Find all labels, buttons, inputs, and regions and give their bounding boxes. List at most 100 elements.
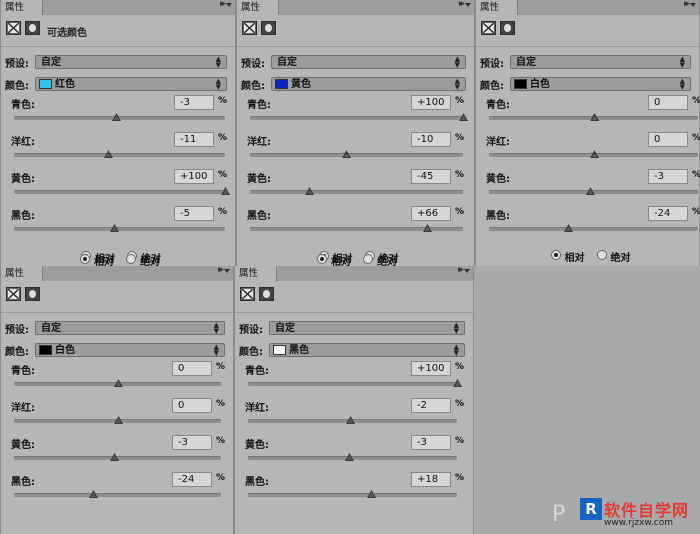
yellow-slider-track[interactable] xyxy=(14,453,221,461)
magenta-slider-thumb[interactable] xyxy=(341,150,351,158)
properties-panel: 属性 ▸▸ 预设: 自定 ▲▼ 颜色: 白色 ▲▼ 青色: 0% 洋红: 0% 黄色: -3% 黑色: -24… xyxy=(0,254,234,534)
colors-select[interactable]: 黑色 ▲ ▼ xyxy=(269,343,465,357)
yellow-slider-thumb[interactable] xyxy=(345,453,355,461)
select-arrows-icon: ▲ ▼ xyxy=(215,77,221,91)
black-value-input[interactable]: +66 xyxy=(411,206,451,221)
preset-select[interactable]: 自定 ▲ ▼ xyxy=(35,321,225,335)
relative-radio[interactable] xyxy=(80,254,90,264)
cyan-value-input[interactable]: +100 xyxy=(411,361,451,376)
black-value-input[interactable]: -5 xyxy=(174,206,214,221)
black-slider-track[interactable] xyxy=(489,224,698,232)
cyan-value-input[interactable]: +100 xyxy=(411,95,451,110)
relative-radio[interactable] xyxy=(317,254,327,264)
black-slider-thumb[interactable] xyxy=(367,490,377,498)
cyan-value-input[interactable]: 0 xyxy=(172,361,212,376)
black-slider-track[interactable] xyxy=(248,490,457,498)
magenta-slider-thumb[interactable] xyxy=(103,150,113,158)
collapse-icon[interactable]: ▸▸ xyxy=(684,0,690,9)
black-value-input[interactable]: +18 xyxy=(411,472,451,487)
cyan-slider-track[interactable] xyxy=(489,113,698,121)
magenta-value-input[interactable]: -11 xyxy=(174,132,214,147)
colors-select[interactable]: 白色 ▲ ▼ xyxy=(35,343,225,357)
panel-menu-icon[interactable] xyxy=(465,3,471,7)
cyan-value-input[interactable]: -3 xyxy=(174,95,214,110)
tab-properties[interactable]: 属性 xyxy=(476,0,518,15)
preset-select[interactable]: 自定 ▲ ▼ xyxy=(271,55,466,69)
magenta-value-input[interactable]: 0 xyxy=(172,398,212,413)
tab-properties[interactable]: 属性 xyxy=(235,266,277,281)
magenta-slider-track[interactable] xyxy=(14,150,225,158)
yellow-slider-track[interactable] xyxy=(489,187,698,195)
cyan-slider-thumb[interactable] xyxy=(459,113,468,121)
preset-label: 预设: xyxy=(5,59,29,70)
cyan-slider-track[interactable] xyxy=(250,113,468,121)
magenta-slider-track[interactable] xyxy=(248,416,457,424)
black-slider-thumb[interactable] xyxy=(110,224,120,232)
layer-mask-icon[interactable] xyxy=(25,287,40,301)
yellow-value-input[interactable]: -3 xyxy=(172,435,212,450)
yellow-slider-thumb[interactable] xyxy=(221,187,230,195)
black-slider-thumb[interactable] xyxy=(422,224,432,232)
black-value-input[interactable]: -24 xyxy=(172,472,212,487)
absolute-radio[interactable] xyxy=(126,254,136,264)
cyan-slider-thumb[interactable] xyxy=(112,113,122,121)
yellow-slider-track[interactable] xyxy=(248,453,457,461)
yellow-slider-thumb[interactable] xyxy=(304,187,314,195)
panel-menu-icon[interactable] xyxy=(690,3,696,7)
yellow-value-input[interactable]: -45 xyxy=(411,169,451,184)
black-value-input[interactable]: -24 xyxy=(648,206,688,221)
preset-select[interactable]: 自定 ▲ ▼ xyxy=(269,321,465,335)
black-slider-track[interactable] xyxy=(14,490,221,498)
cyan-slider-track[interactable] xyxy=(14,113,225,121)
magenta-value-input[interactable]: 0 xyxy=(648,132,688,147)
magenta-value-input[interactable]: -10 xyxy=(411,132,451,147)
yellow-slider-thumb[interactable] xyxy=(586,187,596,195)
yellow-value-input[interactable]: -3 xyxy=(411,435,451,450)
cyan-slider-track[interactable] xyxy=(14,379,221,387)
tab-properties[interactable]: 属性 xyxy=(1,266,43,281)
yellow-slider-thumb[interactable] xyxy=(110,453,120,461)
colors-select[interactable]: 黄色 ▲ ▼ xyxy=(271,77,466,91)
black-slider-thumb[interactable] xyxy=(88,490,98,498)
layer-mask-icon[interactable] xyxy=(259,287,274,301)
magenta-slider-thumb[interactable] xyxy=(113,416,123,424)
colors-select[interactable]: 白色 ▲ ▼ xyxy=(510,77,691,91)
black-slider-thumb[interactable] xyxy=(564,224,574,232)
yellow-slider-track[interactable] xyxy=(250,187,463,195)
preset-select[interactable]: 自定 ▲ ▼ xyxy=(510,55,691,69)
black-slider-track[interactable] xyxy=(250,224,463,232)
magenta-value-input[interactable]: -2 xyxy=(411,398,451,413)
magenta-slider-track[interactable] xyxy=(250,150,463,158)
cyan-value-input[interactable]: 0 xyxy=(648,95,688,110)
collapse-icon[interactable]: ▸▸ xyxy=(220,0,226,9)
absolute-radio[interactable] xyxy=(596,250,607,260)
layer-mask-icon[interactable] xyxy=(500,21,515,35)
collapse-icon[interactable]: ▸▸ xyxy=(458,265,464,275)
tab-properties[interactable]: 属性 xyxy=(1,0,43,15)
collapse-icon[interactable]: ▸▸ xyxy=(218,265,224,275)
cyan-slider-thumb[interactable] xyxy=(113,379,123,387)
magenta-slider-thumb[interactable] xyxy=(346,416,356,424)
properties-panel: 属性 ▸▸ 可选颜色 预设: 自定 ▲ ▼ 颜色: 红色 ▲ ▼ 青色: -3% 洋红: -11% 黄色: +1… xyxy=(0,0,236,266)
panel-menu-icon[interactable] xyxy=(226,3,232,7)
magenta-slider-track[interactable] xyxy=(489,150,698,158)
tab-properties[interactable]: 属性 xyxy=(237,0,279,15)
collapse-icon[interactable]: ▸▸ xyxy=(459,0,465,9)
yellow-value-input[interactable]: -3 xyxy=(648,169,688,184)
cyan-slider-track[interactable] xyxy=(248,379,462,387)
panel-menu-icon[interactable] xyxy=(224,269,230,273)
cyan-slider-thumb[interactable] xyxy=(589,113,599,121)
layer-mask-icon[interactable] xyxy=(25,21,40,35)
cyan-slider-thumb[interactable] xyxy=(453,379,462,387)
magenta-slider-thumb[interactable] xyxy=(589,150,599,158)
absolute-radio[interactable] xyxy=(363,254,373,264)
magenta-slider-track[interactable] xyxy=(14,416,221,424)
yellow-slider-track[interactable] xyxy=(14,187,230,195)
relative-radio[interactable] xyxy=(550,250,561,260)
preset-select[interactable]: 自定 ▲ ▼ xyxy=(35,55,227,69)
black-slider-track[interactable] xyxy=(14,224,225,232)
layer-mask-icon[interactable] xyxy=(261,21,276,35)
panel-menu-icon[interactable] xyxy=(464,269,470,273)
colors-select[interactable]: 红色 ▲ ▼ xyxy=(35,77,227,91)
yellow-value-input[interactable]: +100 xyxy=(174,169,214,184)
